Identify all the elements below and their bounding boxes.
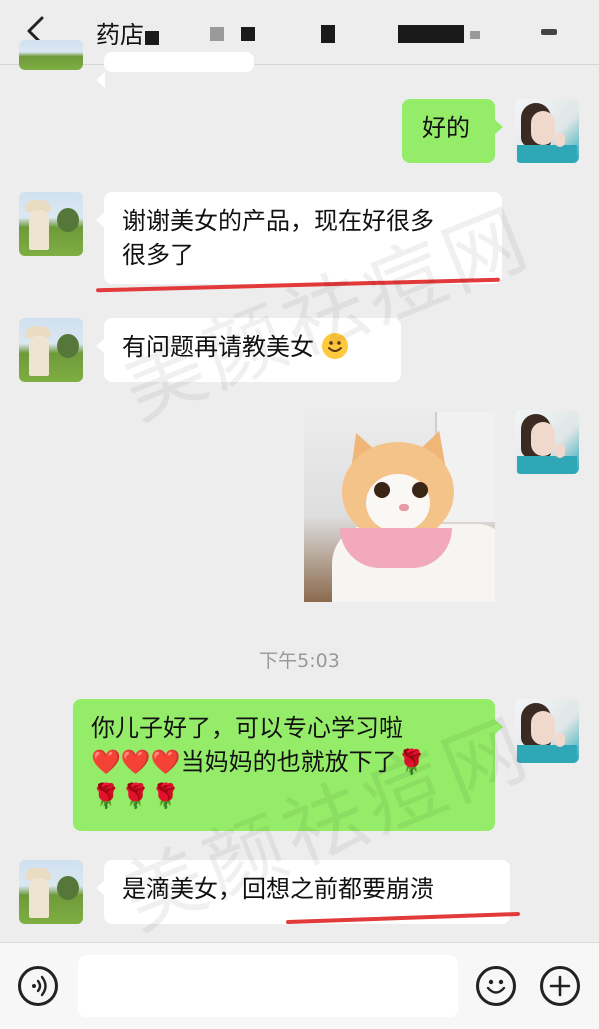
message-bubble-sent[interactable]: 好的 — [402, 99, 503, 163]
chat-header: 药店 — [0, 0, 599, 65]
message-input[interactable] — [78, 955, 458, 1017]
message-text-line: 很多了 — [122, 241, 194, 269]
contact-avatar[interactable] — [19, 40, 83, 70]
message-bubble-received[interactable]: 谢谢美女的产品，现在好很多 很多了 — [96, 192, 502, 284]
emoji-icon[interactable] — [476, 966, 516, 1006]
more-icon[interactable] — [541, 29, 557, 35]
message-text-line: 🌹🌹🌹 — [91, 782, 181, 810]
message-text-line: 你儿子好了，可以专心学习啦 — [91, 714, 403, 742]
chat-title: 药店 — [96, 21, 144, 49]
redaction-mark — [398, 25, 464, 43]
my-avatar[interactable] — [515, 99, 579, 163]
message-timestamp: 下午5:03 — [259, 650, 340, 672]
message-text-line: 谢谢美女的产品，现在好很多 — [122, 207, 434, 235]
partial-message-bubble — [96, 52, 254, 88]
my-avatar[interactable] — [515, 410, 579, 474]
contact-avatar[interactable] — [19, 192, 83, 256]
contact-avatar[interactable] — [19, 860, 83, 924]
message-text: 好的 — [422, 114, 470, 142]
smiling-face-icon — [321, 333, 348, 359]
message-bubble-received[interactable]: 有问题再请教美女 — [96, 318, 401, 382]
message-text: 有问题再请教美女 — [122, 333, 314, 361]
voice-icon[interactable] — [18, 966, 58, 1006]
message-text-line: ❤️❤️❤️当妈妈的也就放下了🌹 — [91, 748, 427, 776]
my-avatar[interactable] — [515, 699, 579, 763]
message-bubble-sent[interactable]: 你儿子好了，可以专心学习啦 ❤️❤️❤️当妈妈的也就放下了🌹 🌹🌹🌹 — [73, 699, 503, 831]
redaction-mark — [470, 31, 480, 39]
redaction-mark — [145, 31, 159, 45]
message-text: 是滴美女，回想之前都要崩溃 — [122, 875, 434, 903]
cat-photo[interactable] — [304, 412, 495, 602]
input-bar — [0, 942, 599, 1029]
redaction-mark — [321, 25, 335, 43]
plus-icon[interactable] — [540, 966, 580, 1006]
redaction-mark — [241, 27, 255, 41]
contact-avatar[interactable] — [19, 318, 83, 382]
redaction-mark — [210, 27, 224, 41]
